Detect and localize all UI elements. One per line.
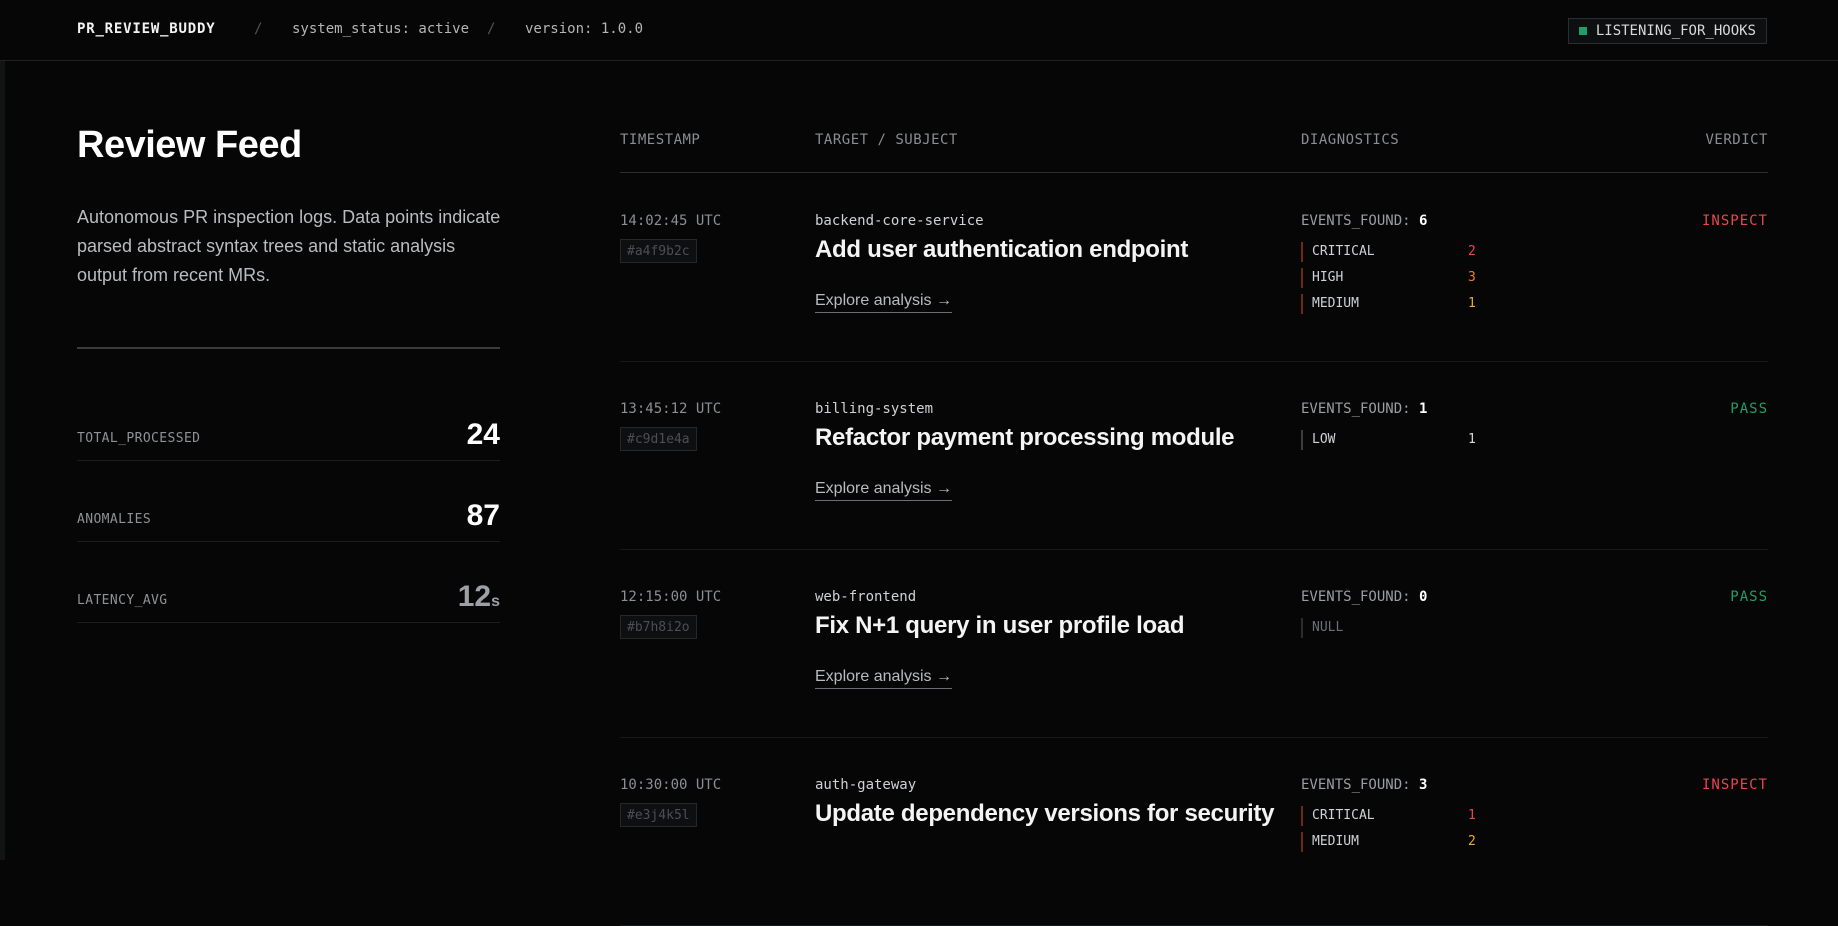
page-title: Review Feed bbox=[77, 124, 302, 167]
feed-table-header: TIMESTAMP TARGET / SUBJECT DIAGNOSTICS V… bbox=[620, 132, 1768, 173]
diagnostic-level: MEDIUM bbox=[1312, 834, 1359, 849]
events-found: EVENTS_FOUND: 3 bbox=[1301, 777, 1427, 793]
diagnostic-count: 3 bbox=[1468, 268, 1476, 288]
events-found: EVENTS_FOUND: 1 bbox=[1301, 401, 1427, 417]
system-status-text: system_status: active bbox=[292, 21, 469, 37]
timestamp: 13:45:12 UTC bbox=[620, 401, 721, 417]
stat-label: LATENCY_AVG bbox=[77, 593, 168, 608]
table-row[interactable]: 12:15:00 UTC #b7h8i2o web-frontend Fix N… bbox=[620, 549, 1768, 738]
stat-label: TOTAL_PROCESSED bbox=[77, 431, 200, 446]
listening-for-hooks-badge: LISTENING_FOR_HOOKS bbox=[1568, 18, 1767, 44]
diagnostic-item: LOW 1 bbox=[1301, 430, 1501, 450]
events-count: 1 bbox=[1419, 401, 1427, 417]
pr-subject: Add user authentication endpoint bbox=[815, 236, 1188, 264]
diagnostic-level: CRITICAL bbox=[1312, 244, 1375, 259]
events-count: 6 bbox=[1419, 213, 1427, 229]
target-repo: web-frontend bbox=[815, 589, 916, 605]
diagnostic-count: 1 bbox=[1468, 294, 1476, 314]
diagnostic-item: MEDIUM 1 bbox=[1301, 294, 1501, 314]
timestamp: 10:30:00 UTC bbox=[620, 777, 721, 793]
stat-number: 12 bbox=[458, 580, 491, 613]
target-repo: backend-core-service bbox=[815, 213, 984, 229]
column-header-verdict: VERDICT bbox=[1705, 132, 1768, 148]
verdict-badge: PASS bbox=[1730, 589, 1768, 605]
timestamp: 14:02:45 UTC bbox=[620, 213, 721, 229]
stat-value: 12s bbox=[458, 580, 500, 614]
target-repo: auth-gateway bbox=[815, 777, 916, 793]
stat-latency-avg: LATENCY_AVG 12s bbox=[77, 572, 500, 623]
explore-analysis-link[interactable]: Explore analysis → bbox=[815, 480, 952, 501]
version-text: version: 1.0.0 bbox=[525, 21, 643, 37]
diagnostic-item: HIGH 3 bbox=[1301, 268, 1501, 288]
timestamp: 12:15:00 UTC bbox=[620, 589, 721, 605]
page-description: Autonomous PR inspection logs. Data poin… bbox=[77, 203, 507, 290]
commit-hash-badge: #b7h8i2o bbox=[620, 615, 697, 639]
diagnostic-item: CRITICAL 1 bbox=[1301, 806, 1501, 826]
pr-subject: Fix N+1 query in user profile load bbox=[815, 612, 1184, 640]
events-count: 3 bbox=[1419, 777, 1427, 793]
diagnostic-level: LOW bbox=[1312, 432, 1335, 447]
explore-analysis-link[interactable]: Explore analysis → bbox=[815, 292, 952, 313]
stat-anomalies: ANOMALIES 87 bbox=[77, 491, 500, 542]
events-label: EVENTS_FOUND: bbox=[1301, 213, 1411, 229]
diagnostic-count: 2 bbox=[1468, 242, 1476, 262]
diagnostic-count: 2 bbox=[1468, 832, 1476, 852]
pr-subject: Update dependency versions for security bbox=[815, 800, 1274, 828]
explore-analysis-link[interactable]: Explore analysis → bbox=[815, 668, 952, 689]
stat-value: 87 bbox=[467, 499, 500, 533]
divider bbox=[77, 347, 500, 349]
events-found: EVENTS_FOUND: 0 bbox=[1301, 589, 1427, 605]
events-label: EVENTS_FOUND: bbox=[1301, 401, 1411, 417]
left-edge-rule bbox=[0, 0, 5, 860]
commit-hash-badge: #a4f9b2c bbox=[620, 239, 697, 263]
top-bar: PR_REVIEW_BUDDY / system_status: active … bbox=[0, 0, 1838, 61]
diagnostic-count: 1 bbox=[1468, 430, 1476, 450]
diagnostic-level: NULL bbox=[1312, 620, 1343, 635]
column-header-diagnostics: DIAGNOSTICS bbox=[1301, 132, 1399, 148]
stat-total-processed: TOTAL_PROCESSED 24 bbox=[77, 410, 500, 461]
diagnostic-item: MEDIUM 2 bbox=[1301, 832, 1501, 852]
stat-label: ANOMALIES bbox=[77, 512, 151, 527]
column-header-target: TARGET / SUBJECT bbox=[815, 132, 958, 148]
verdict-badge: INSPECT bbox=[1702, 777, 1768, 793]
diagnostic-level: CRITICAL bbox=[1312, 808, 1375, 823]
diagnostic-item: NULL bbox=[1301, 618, 1501, 638]
diagnostic-level: HIGH bbox=[1312, 270, 1343, 285]
commit-hash-badge: #c9d1e4a bbox=[620, 427, 697, 451]
target-repo: billing-system bbox=[815, 401, 933, 417]
events-count: 0 bbox=[1419, 589, 1427, 605]
status-indicator-icon bbox=[1579, 27, 1587, 35]
events-label: EVENTS_FOUND: bbox=[1301, 777, 1411, 793]
breadcrumb-separator: / bbox=[254, 21, 262, 37]
verdict-badge: INSPECT bbox=[1702, 213, 1768, 229]
hook-badge-label: LISTENING_FOR_HOOKS bbox=[1596, 23, 1756, 39]
stat-value: 24 bbox=[467, 418, 500, 452]
diagnostic-item: CRITICAL 2 bbox=[1301, 242, 1501, 262]
stat-unit: s bbox=[491, 593, 500, 610]
verdict-badge: PASS bbox=[1730, 401, 1768, 417]
pr-subject: Refactor payment processing module bbox=[815, 424, 1234, 452]
diagnostic-count: 1 bbox=[1468, 806, 1476, 826]
diagnostic-level: MEDIUM bbox=[1312, 296, 1359, 311]
events-label: EVENTS_FOUND: bbox=[1301, 589, 1411, 605]
column-header-timestamp: TIMESTAMP bbox=[620, 132, 700, 148]
table-row[interactable]: 13:45:12 UTC #c9d1e4a billing-system Ref… bbox=[620, 361, 1768, 550]
table-row[interactable]: 10:30:00 UTC #e3j4k5l auth-gateway Updat… bbox=[620, 737, 1768, 926]
commit-hash-badge: #e3j4k5l bbox=[620, 803, 697, 827]
table-row[interactable]: 14:02:45 UTC #a4f9b2c backend-core-servi… bbox=[620, 173, 1768, 362]
events-found: EVENTS_FOUND: 6 bbox=[1301, 213, 1427, 229]
brand-name[interactable]: PR_REVIEW_BUDDY bbox=[77, 21, 215, 37]
breadcrumb-separator: / bbox=[487, 21, 495, 37]
